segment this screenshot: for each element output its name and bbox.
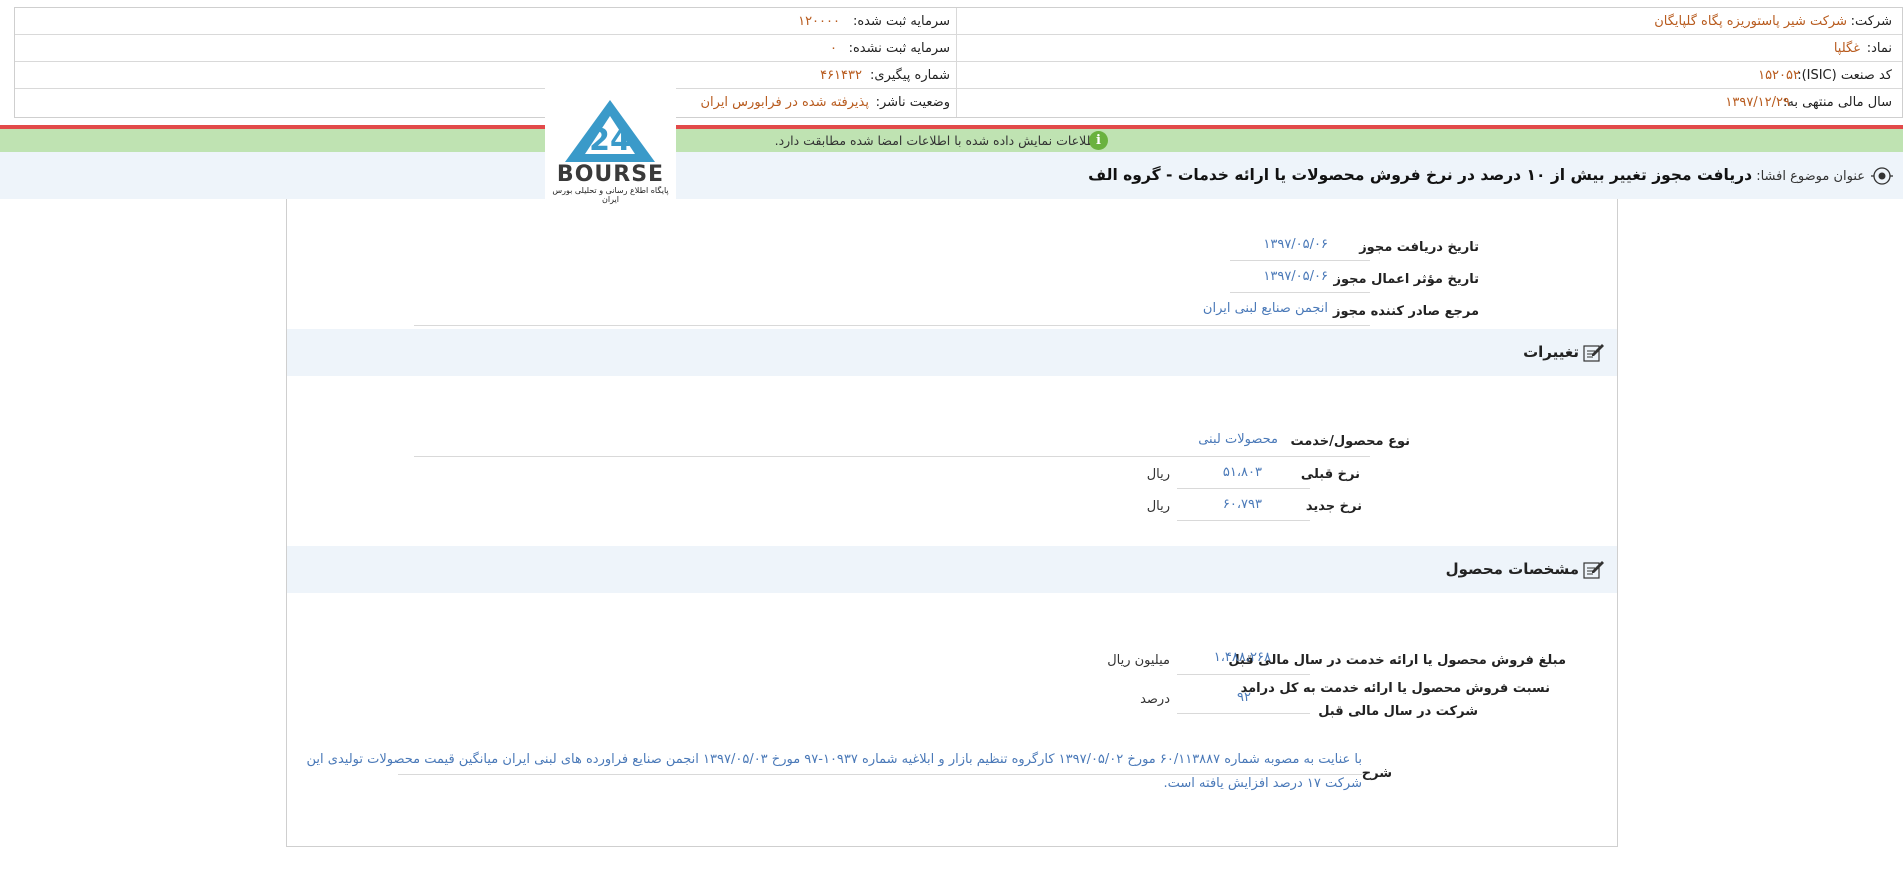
subject-title: دریافت مجوز تغییر بیش از ۱۰ درصد در نرخ …	[1088, 166, 1753, 184]
symbol-label: نماد:	[1866, 41, 1892, 56]
field-underline	[414, 456, 1370, 457]
edit-icon	[1583, 560, 1604, 579]
bourse24-logo: 24 BOURSE پایگاه اطلاع رسانی و تحلیلی بو…	[545, 82, 676, 204]
tracking-label: شماره پیگیری:	[870, 68, 950, 83]
ratio-label-line-1: نسبت فروش محصول یا ارائه خدمت به کل درام…	[1240, 681, 1550, 696]
prev-rate-unit: ریال	[1146, 467, 1170, 482]
svg-text:24: 24	[589, 123, 631, 158]
field-underline	[1230, 260, 1370, 261]
changes-section-title: تغییرات	[1523, 329, 1605, 376]
info-icon: i	[1089, 131, 1108, 150]
new-rate-label: نرخ جدید	[1305, 499, 1362, 514]
field-underline	[1177, 520, 1310, 521]
field-underline	[1230, 292, 1370, 293]
symbol-value: غگلپا	[1833, 41, 1860, 56]
company-info-table: شرکت: شرکت شیر پاستوریزه پگاه گلپایگان س…	[14, 7, 1903, 118]
receipt-date-value: ۱۳۹۷/۰۵/۰۶	[1263, 237, 1328, 252]
new-rate-value: ۶۰،۷۹۳	[1222, 497, 1262, 512]
info-row-4: سال مالی منتهی به: ۱۳۹۷/۱۲/۲۹ وضعیت ناشر…	[15, 89, 1902, 116]
product-specs-section-title: مشخصات محصول	[1446, 546, 1605, 593]
product-specs-section-header: مشخصات محصول	[287, 546, 1617, 593]
field-underline	[1177, 713, 1310, 714]
tracking-value: ۴۶۱۴۳۲	[820, 68, 862, 83]
registered-capital-value: ۱۲۰۰۰۰	[798, 14, 840, 29]
issuer-value: انجمن صنایع لبنی ایران	[1202, 301, 1328, 316]
ratio-label-line-2: شرکت در سال مالی قبل	[1318, 704, 1478, 719]
changes-title-text: تغییرات	[1523, 343, 1579, 361]
logo-mark-icon: 24	[565, 100, 655, 162]
field-underline	[1177, 488, 1310, 489]
isic-value: ۱۵۲۰۵۲	[1758, 68, 1800, 83]
publisher-status-label: وضعیت ناشر:	[875, 95, 950, 110]
prev-rate-label: نرخ قبلی	[1300, 467, 1360, 482]
unregistered-capital-value: ۰	[830, 41, 837, 56]
subject-line: عنوان موضوع افشا: دریافت مجوز تغییر بیش …	[1088, 152, 1865, 199]
product-specs-title-text: مشخصات محصول	[1445, 560, 1579, 578]
subject-label: عنوان موضوع افشا:	[1756, 169, 1865, 184]
field-underline	[398, 774, 1362, 775]
product-type-value: محصولات لبنی	[1198, 432, 1278, 447]
publisher-status-value: پذیرفته شده در فرابورس ایران	[700, 95, 869, 110]
sales-unit: میلیون ریال	[1107, 653, 1170, 668]
info-row-2: نماد: غگلپا سرمایه ثبت نشده: ۰	[15, 35, 1902, 62]
effective-date-label: تاریخ مؤثر اعمال مجوز	[1333, 272, 1479, 287]
subject-bar: عنوان موضوع افشا: دریافت مجوز تغییر بیش …	[0, 152, 1903, 199]
description-line-2: شرکت ۱۷ درصد افزایش یافته است.	[1163, 776, 1362, 791]
changes-section-header: تغییرات	[287, 329, 1617, 376]
new-rate-unit: ریال	[1146, 499, 1170, 514]
registered-capital-label: سرمایه ثبت شده:	[852, 14, 950, 29]
company-label: شرکت:	[1850, 14, 1892, 29]
prev-rate-value: ۵۱،۸۰۳	[1222, 465, 1262, 480]
fiscal-year-label: سال مالی منتهی به:	[1782, 95, 1892, 110]
info-row-3: کد صنعت (ISIC): ۱۵۲۰۵۲ شماره پیگیری: ۴۶۱…	[15, 62, 1902, 89]
issuer-label: مرجع صادر کننده مجوز	[1333, 304, 1479, 319]
edit-icon	[1583, 343, 1604, 362]
effective-date-value: ۱۳۹۷/۰۵/۰۶	[1263, 269, 1328, 284]
logo-wordmark: BOURSE	[556, 162, 665, 187]
field-underline	[414, 325, 1370, 326]
isic-label: کد صنعت (ISIC):	[1797, 68, 1892, 83]
info-row-1: شرکت: شرکت شیر پاستوریزه پگاه گلپایگان س…	[15, 8, 1902, 35]
fiscal-year-value: ۱۳۹۷/۱۲/۲۹	[1725, 95, 1790, 110]
ratio-value: ۹۲	[1237, 690, 1251, 705]
product-type-label: نوع محصول/خدمت	[1290, 434, 1410, 449]
verification-status-bar: اطلاعات نمایش داده شده با اطلاعات امضا ش…	[0, 129, 1903, 152]
field-underline	[1177, 674, 1310, 675]
unregistered-capital-label: سرمایه ثبت نشده:	[848, 41, 950, 56]
receipt-date-label: تاریخ دریافت مجوز	[1359, 240, 1479, 255]
company-value: شرکت شیر پاستوریزه پگاه گلپایگان	[1654, 14, 1847, 29]
description-label: شرح	[1361, 766, 1392, 781]
ratio-unit: درصد	[1140, 692, 1170, 707]
disclosure-panel	[286, 199, 1618, 847]
target-icon	[1871, 167, 1893, 185]
sales-label: مبلغ فروش محصول یا ارائه خدمت در سال مال…	[1228, 653, 1566, 668]
description-line-1: با عنایت به مصوبه شماره ۶۰/۱۱۳۸۸۷ مورخ ۱…	[306, 752, 1362, 767]
sales-value: ۱،۴۸۸،۲۶۸	[1213, 650, 1271, 665]
